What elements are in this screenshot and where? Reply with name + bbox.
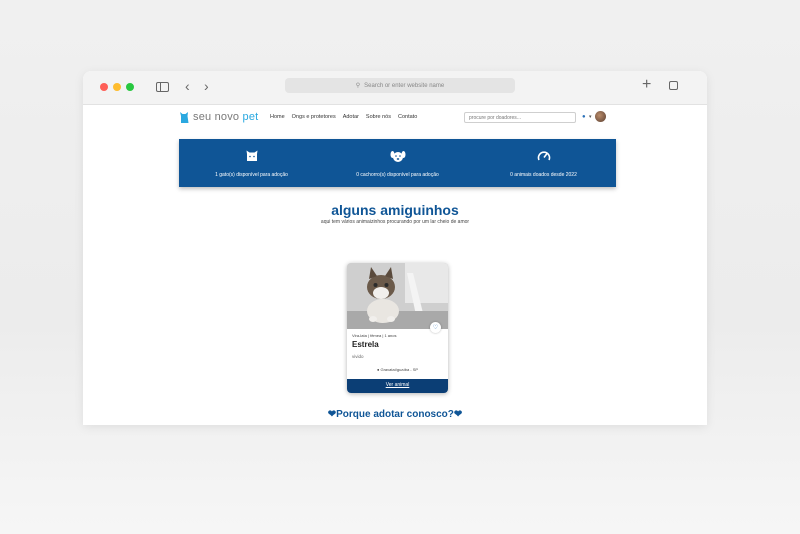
browser-window: ‹ › ⚲ Search or enter website name + seu… — [83, 71, 707, 425]
new-tab-icon[interactable]: + — [642, 77, 651, 93]
nav-adotar[interactable]: Adotar — [343, 114, 359, 120]
site-logo[interactable]: seu novo pet — [179, 110, 258, 124]
logo-text: seu novo pet — [193, 111, 259, 123]
avatar[interactable] — [595, 111, 606, 122]
why-adopt-heading: ❤Porque adotar conosco?❤ — [327, 409, 463, 420]
stat-dogs: 0 cachorro(s) disponível para adoção — [325, 139, 470, 187]
search-icon: ⚲ — [355, 83, 361, 89]
browser-toolbar: ‹ › ⚲ Search or enter website name + — [83, 71, 707, 105]
address-bar[interactable]: ⚲ Search or enter website name — [285, 78, 515, 93]
stat-dogs-label: 0 cachorro(s) disponível para adoção — [356, 172, 439, 178]
chevron-down-icon[interactable]: ▾ — [589, 114, 592, 120]
minimize-window-button[interactable] — [113, 83, 121, 91]
site-header: seu novo pet Home Ongs e protetores Adot… — [179, 108, 611, 128]
pet-location: ● Gravataí/guaíba - SP — [376, 367, 419, 372]
nav-sobre[interactable]: Sobre nós — [366, 114, 391, 120]
close-window-button[interactable] — [100, 83, 108, 91]
address-bar-placeholder: Search or enter website name — [364, 82, 445, 89]
cat-logo-icon — [180, 112, 189, 123]
cat-photo — [347, 263, 448, 329]
gauge-icon — [537, 151, 550, 161]
pet-card[interactable]: ♡ Vira-lata | fêmea | 1 anos Estrela viv… — [347, 263, 448, 393]
section-title: alguns amiguinhos — [331, 202, 459, 218]
location-pin-icon: ● — [376, 367, 380, 372]
favorite-icon[interactable]: ♡ — [430, 322, 441, 333]
heart-icon: ❤ — [327, 409, 337, 420]
donor-search-input[interactable]: procure por doadores... — [464, 112, 576, 123]
pet-photo — [347, 263, 448, 329]
nav-contato[interactable]: Contato — [398, 114, 417, 120]
main-nav: Home Ongs e protetores Adotar Sobre nós … — [270, 114, 417, 120]
stat-donated-label: 0 animais doados desde 2022 — [510, 172, 577, 178]
dog-icon — [390, 151, 405, 162]
forward-arrow-icon[interactable]: › — [204, 78, 209, 94]
pet-name: Estrela — [352, 340, 379, 349]
zoom-window-button[interactable] — [126, 83, 134, 91]
sidebar-toggle-icon[interactable] — [156, 82, 169, 92]
pet-gender: vivido — [352, 354, 364, 359]
nav-ongs[interactable]: Ongs e protetores — [292, 114, 336, 120]
pet-meta: Vira-lata | fêmea | 1 anos — [352, 333, 397, 338]
section-subtitle: aqui tem vários animaizinhos procurando … — [320, 219, 470, 225]
tab-overview-icon[interactable] — [669, 81, 678, 90]
back-arrow-icon[interactable]: ‹ — [185, 78, 190, 94]
view-animal-button[interactable]: Ver animal — [347, 379, 448, 393]
stat-cats-label: 1 gato(s) disponível para adoção — [215, 172, 288, 178]
stat-cats: 1 gato(s) disponível para adoção — [179, 139, 324, 187]
nav-home[interactable]: Home — [270, 114, 285, 120]
web-page: seu novo pet Home Ongs e protetores Adot… — [83, 105, 707, 425]
user-icon[interactable]: ● — [582, 114, 586, 120]
cat-icon — [246, 150, 257, 161]
stat-donated: 0 animais doados desde 2022 — [471, 139, 616, 187]
heart-icon: ❤ — [453, 409, 463, 420]
stats-banner: 1 gato(s) disponível para adoção 0 cacho… — [179, 139, 616, 187]
